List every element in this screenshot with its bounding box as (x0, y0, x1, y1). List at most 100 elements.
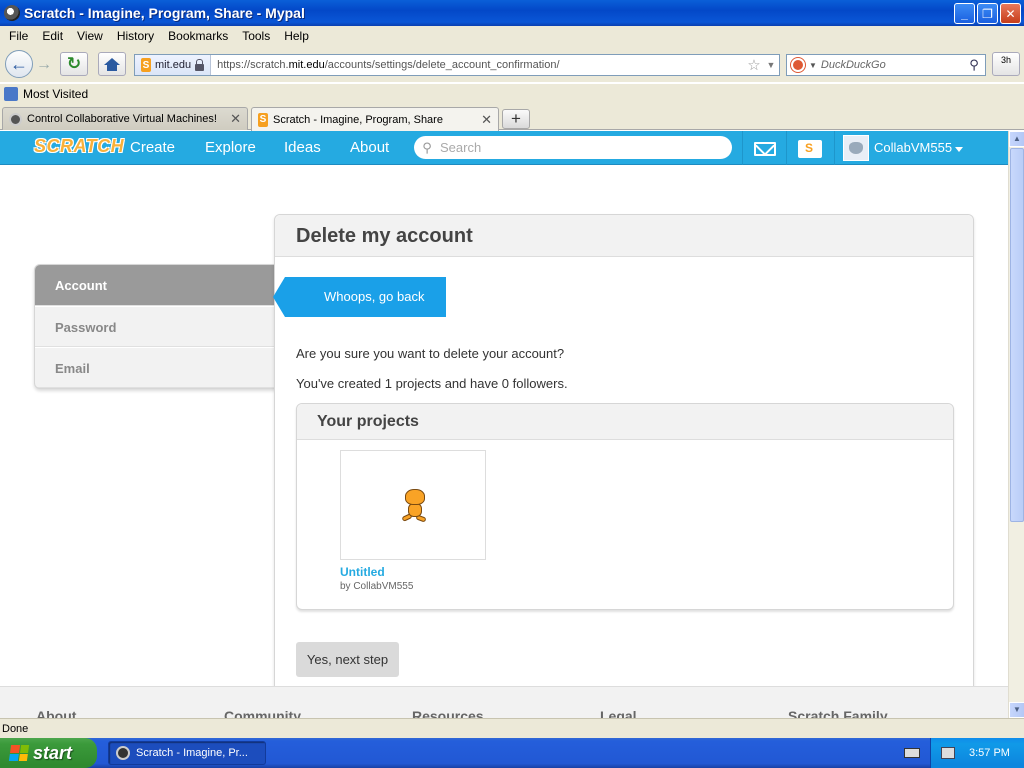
start-label: start (33, 743, 73, 763)
page-title: Delete my account (296, 225, 473, 247)
delete-account-panel: Delete my account Whoops, go back Are yo… (273, 214, 974, 700)
avatar[interactable] (843, 135, 869, 161)
footer-heading-scratch-family[interactable]: Scratch Family (788, 708, 888, 718)
navigation-toolbar: ← → ↻ S mit.edu https://scratch.mit.edu/… (0, 46, 1024, 82)
url-bar[interactable]: S mit.edu https://scratch.mit.edu/accoun… (134, 54, 780, 76)
nav-explore-link[interactable]: Explore (205, 131, 256, 165)
page-scrollbar[interactable]: ▲ ▼ (1008, 131, 1024, 718)
status-bar: Done (0, 718, 1024, 738)
browser-search-input[interactable]: DuckDuckGo (821, 59, 963, 71)
menu-help[interactable]: Help (277, 29, 316, 43)
footer-heading-legal[interactable]: Legal (600, 708, 637, 718)
restore-button[interactable]: ❐ (977, 3, 998, 24)
status-text: Done (2, 723, 29, 735)
chevron-down-icon[interactable] (955, 147, 963, 152)
window-controls: _ ❐ ✕ (954, 3, 1021, 24)
nav-create-link[interactable]: Create (130, 131, 175, 165)
nav-ideas-link[interactable]: Ideas (284, 131, 321, 165)
url-dropdown-icon[interactable]: ▼ (763, 60, 779, 70)
tab-collabvm[interactable]: Control Collaborative Virtual Machines! … (2, 107, 248, 130)
nav-about-link[interactable]: About (350, 131, 389, 165)
confirm-question: Are you sure you want to delete your acc… (296, 346, 565, 361)
username-menu[interactable]: CollabVM555 (874, 131, 952, 165)
new-tab-button[interactable]: + (502, 109, 530, 129)
search-placeholder: Search (440, 140, 482, 155)
scratch-search-input[interactable]: ⚲ Search (414, 136, 732, 159)
menu-file[interactable]: File (2, 29, 35, 43)
back-arrow-icon: ← (10, 53, 28, 74)
addon-button[interactable]: 3h (992, 52, 1020, 76)
projects-box: Your projects Untitled by CollabVM555 (296, 403, 954, 610)
settings-side-menu: Account Password Email (34, 264, 276, 389)
keyboard-icon[interactable] (904, 748, 920, 758)
menu-bookmarks[interactable]: Bookmarks (161, 29, 235, 43)
most-visited-icon (4, 87, 18, 101)
forward-arrow-icon: → (36, 56, 52, 73)
collabvm-icon (9, 112, 22, 126)
scratch-favicon-icon: S (258, 112, 268, 127)
clock[interactable]: 3:57 PM (969, 738, 1010, 768)
page-footer: About Community Resources Legal Scratch … (0, 686, 1008, 718)
footer-heading-community[interactable]: Community (224, 708, 301, 718)
menu-edit[interactable]: Edit (35, 29, 70, 43)
forward-button[interactable]: → (34, 56, 54, 74)
minimize-button[interactable]: _ (954, 3, 975, 24)
home-button[interactable] (98, 52, 126, 76)
site-identity-button[interactable]: S mit.edu (135, 55, 212, 75)
footer-heading-about[interactable]: About (36, 708, 76, 718)
url-domain: mit.edu (288, 59, 325, 71)
sidebar-item-email[interactable]: Email (35, 347, 275, 388)
nav-divider (786, 131, 787, 165)
network-icon[interactable] (941, 747, 955, 759)
menu-view[interactable]: View (70, 29, 110, 43)
tab-scratch[interactable]: S Scratch - Imagine, Program, Share ✕ (251, 107, 499, 131)
account-stats: You've created 1 projects and have 0 fol… (296, 376, 568, 391)
close-tab-icon[interactable]: ✕ (230, 111, 241, 127)
search-icon: ⚲ (422, 139, 432, 155)
scratch-logo[interactable]: SCRATCH (34, 136, 124, 160)
footer-heading-resources[interactable]: Resources (412, 708, 484, 718)
window-titlebar: Scratch - Imagine, Program, Share - Mypa… (0, 0, 1024, 26)
project-author: by CollabVM555 (340, 581, 414, 592)
menu-history[interactable]: History (110, 29, 161, 43)
taskbar: start Scratch - Imagine, Pr... 3:57 PM (0, 738, 1024, 768)
url-text[interactable]: https://scratch.mit.edu/accounts/setting… (211, 59, 745, 71)
panel-header: Delete my account (275, 215, 973, 257)
project-title-link[interactable]: Untitled (340, 565, 385, 579)
bookmark-star-icon[interactable]: ☆ (745, 56, 763, 74)
window-title: Scratch - Imagine, Program, Share - Mypa… (24, 5, 305, 21)
close-tab-icon[interactable]: ✕ (481, 112, 492, 128)
sidebar-item-account[interactable]: Account (35, 265, 275, 306)
scratch-navbar: SCRATCH Create Explore Ideas About ⚲ Sea… (0, 131, 1008, 165)
menu-tools[interactable]: Tools (235, 29, 277, 43)
reload-icon: ↻ (66, 54, 82, 73)
project-thumbnail[interactable] (340, 450, 486, 560)
reload-button[interactable]: ↻ (60, 52, 88, 76)
duckduckgo-icon[interactable] (791, 58, 805, 72)
browser-search-bar[interactable]: ▼ DuckDuckGo ⚲ (786, 54, 986, 76)
taskbar-item-browser[interactable]: Scratch - Imagine, Pr... (108, 741, 266, 765)
messages-icon[interactable] (754, 142, 776, 156)
browser-app-icon (4, 5, 20, 21)
bookmark-most-visited[interactable]: Most Visited (23, 87, 88, 101)
projects-header: Your projects (297, 404, 953, 440)
close-window-button[interactable]: ✕ (1000, 3, 1021, 24)
scroll-down-icon[interactable]: ▼ (1009, 702, 1024, 718)
addon-label: 3h (1000, 55, 1011, 65)
my-stuff-icon[interactable] (798, 140, 822, 158)
search-icon[interactable]: ⚲ (963, 57, 985, 73)
search-engine-dropdown-icon[interactable]: ▼ (809, 61, 817, 70)
go-back-button[interactable]: Whoops, go back (273, 277, 446, 317)
start-button[interactable]: start (0, 738, 97, 768)
scrollbar-thumb[interactable] (1010, 148, 1024, 522)
url-prefix: https://scratch. (217, 59, 289, 71)
menu-bar: File Edit View History Bookmarks Tools H… (0, 26, 1024, 46)
tab-label: Control Collaborative Virtual Machines! (27, 113, 217, 125)
url-path: /accounts/settings/delete_account_confir… (324, 59, 560, 71)
tab-strip: Control Collaborative Virtual Machines! … (0, 104, 1024, 131)
scroll-up-icon[interactable]: ▲ (1009, 131, 1024, 147)
scratch-favicon-icon: S (141, 58, 151, 72)
next-step-button[interactable]: Yes, next step (296, 642, 399, 677)
back-button[interactable]: ← (5, 50, 33, 78)
sidebar-item-password[interactable]: Password (35, 306, 275, 347)
